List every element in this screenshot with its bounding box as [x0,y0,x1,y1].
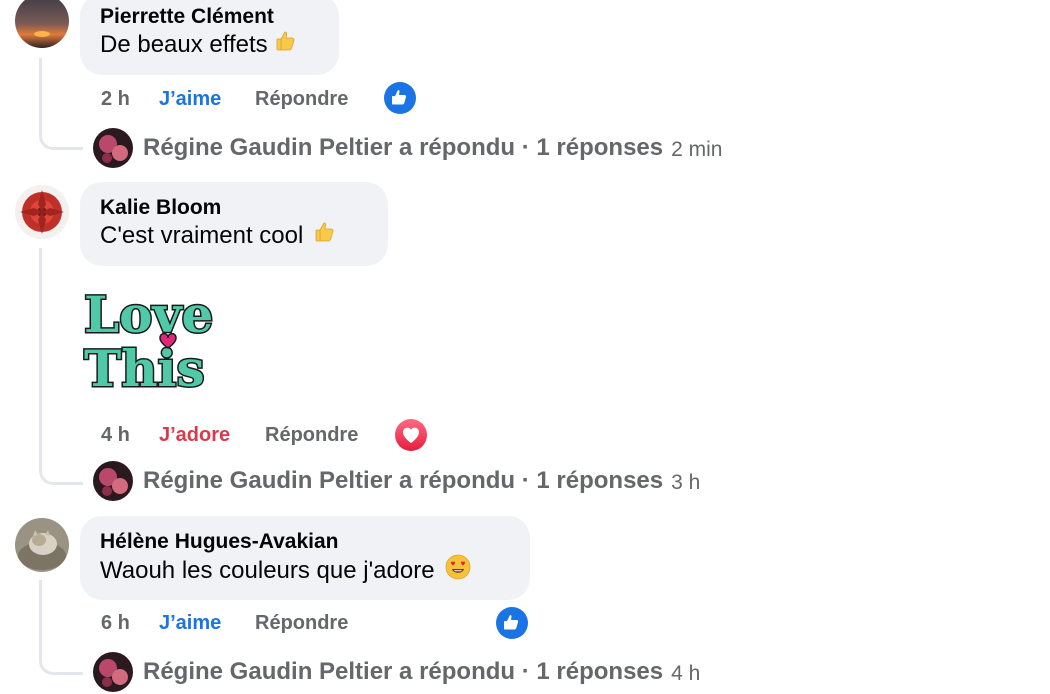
thread-line [39,58,42,124]
view-replies-link[interactable]: Régine Gaudin Peltier a répondu · 1 répo… [93,652,700,692]
thread-connector [39,455,83,485]
comment-bubble: Hélène Hugues-Avakian Waouh les couleurs… [80,516,530,600]
thumbs-up-icon [274,29,298,61]
thread-connector [39,120,83,150]
comment-time[interactable]: 4 h [101,424,130,447]
comment-time[interactable]: 6 h [101,612,130,635]
comment-text-content: Waouh les couleurs que j'adore [100,557,435,584]
comment-text: De beaux effets [100,29,319,61]
avatar[interactable] [15,518,69,572]
comment-author[interactable]: Hélène Hugues-Avakian [100,530,510,554]
avatar[interactable] [15,185,69,239]
comment-text: Waouh les couleurs que j'adore [100,554,510,588]
replies-summary: Régine Gaudin Peltier a répondu · 1 répo… [143,658,664,685]
love-this-sticker[interactable]: Love This [80,280,220,400]
avatar[interactable] [15,0,69,48]
view-replies-link[interactable]: Régine Gaudin Peltier a répondu · 1 répo… [93,461,700,501]
comment-time[interactable]: 2 h [101,88,130,111]
view-replies-link[interactable]: Régine Gaudin Peltier a répondu · 1 répo… [93,128,722,168]
comment-author[interactable]: Pierrette Clément [100,5,319,29]
love-reaction-icon[interactable] [395,419,427,451]
reply-avatar [93,461,133,501]
thread-connector [39,645,83,675]
love-button[interactable]: J’adore [159,424,230,447]
comment-author[interactable]: Kalie Bloom [100,196,368,220]
comment-text-content: De beaux effets [100,31,268,58]
like-button[interactable]: J’aime [159,88,221,111]
replies-time: 2 min [671,138,723,161]
comment-text-content: C'est vraiment cool [100,222,304,249]
replies-summary: Régine Gaudin Peltier a répondu · 1 répo… [143,467,664,494]
like-reaction-icon[interactable] [496,607,528,639]
comment-actions: 6 h J’aime Répondre [101,612,501,636]
replies-time: 4 h [671,662,701,685]
replies-time: 3 h [671,471,701,494]
thread-line [39,580,42,648]
thumbs-up-icon [313,220,337,252]
comment-actions: 2 h J’aime Répondre [101,88,501,112]
replies-summary: Régine Gaudin Peltier a répondu · 1 répo… [143,134,664,161]
comment-bubble: Pierrette Clément De beaux effets [80,0,339,75]
sticker-line-1: Love [84,285,213,344]
reply-button[interactable]: Répondre [255,88,348,111]
reply-avatar [93,652,133,692]
like-button[interactable]: J’aime [159,612,221,635]
comment-actions: 4 h J’adore Répondre [101,424,501,448]
sticker-line-2: This [84,339,205,394]
heart-eyes-icon [445,554,471,588]
like-reaction-icon[interactable] [384,82,416,114]
reply-avatar [93,128,133,168]
thread-line [39,248,42,456]
comment-bubble: Kalie Bloom C'est vraiment cool [80,182,388,266]
comment-text: C'est vraiment cool [100,220,368,252]
reply-button[interactable]: Répondre [255,612,348,635]
reply-button[interactable]: Répondre [265,424,358,447]
